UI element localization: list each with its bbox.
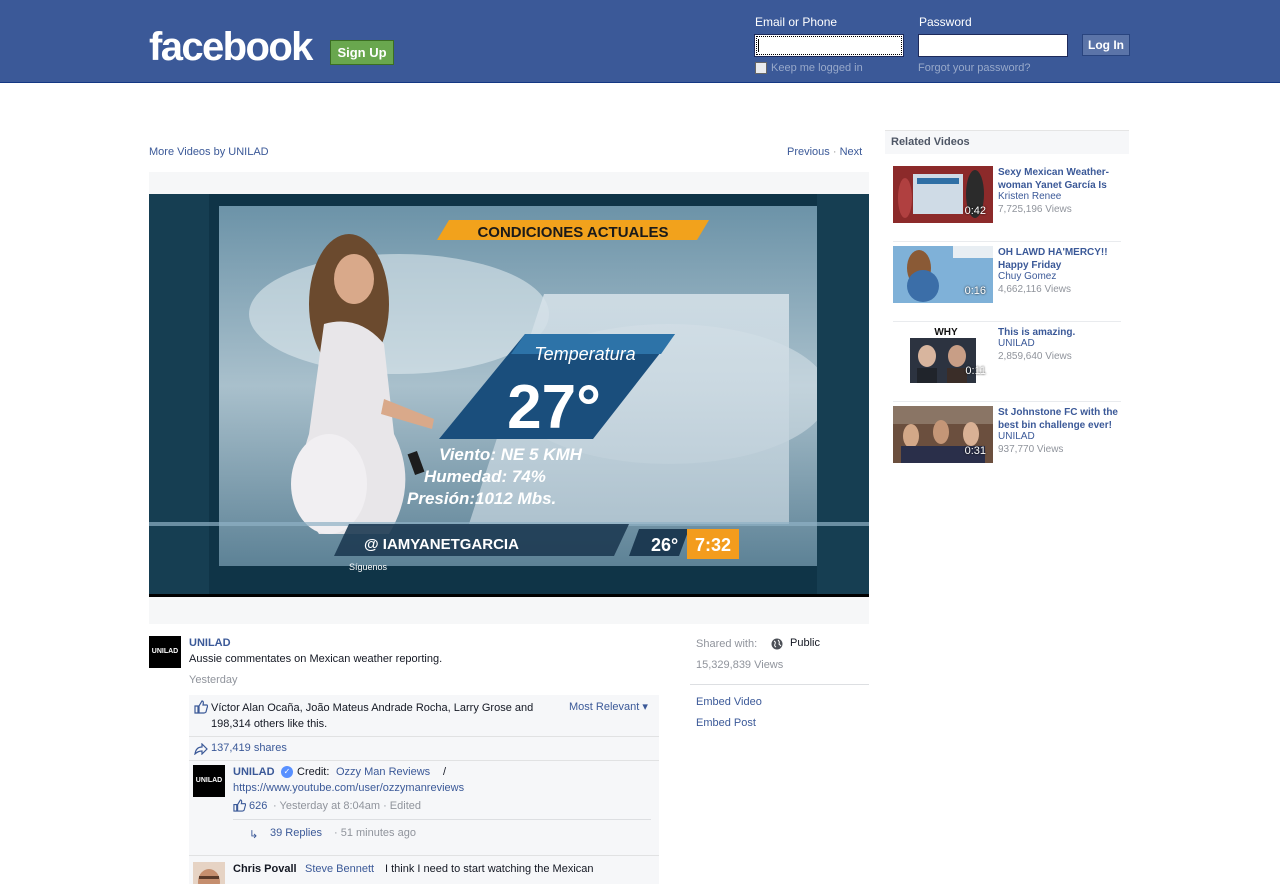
video-duration: 0:11	[965, 365, 986, 377]
shares-row: 137,419 shares	[189, 737, 659, 761]
related-video-thumbnail[interactable]: WHY 0:11	[893, 326, 993, 383]
video-humidity: Humedad: 74%	[424, 467, 546, 486]
related-video-author[interactable]: Kristen Renee	[998, 191, 1061, 202]
related-divider	[893, 321, 1121, 322]
comment-separator	[189, 855, 659, 856]
video-wind: Viento: NE 5 KMH	[439, 445, 583, 464]
related-video-item[interactable]: WHY 0:11 This is amazing. UNILAD 2,859,6…	[893, 326, 1121, 402]
top-bar: facebook Sign Up Email or Phone Password…	[0, 0, 1280, 83]
comment-avatar[interactable]	[193, 862, 225, 884]
video-handle: @ IAMYANETGARCIA	[364, 536, 519, 553]
related-video-thumbnail[interactable]: 0:31	[893, 406, 993, 463]
related-video-thumbnail[interactable]: 0:16	[893, 246, 993, 303]
prev-next-nav: Previous · Next	[787, 146, 862, 158]
next-link[interactable]: Next	[840, 146, 863, 158]
video-frame-image: CONDICIONES ACTUALES Temperatura 27° Vie…	[149, 194, 869, 594]
email-field[interactable]	[754, 34, 904, 57]
reply-arrow-icon: ↳	[249, 829, 259, 841]
facebook-logo[interactable]: facebook	[149, 26, 313, 68]
verified-badge-icon: ✓	[281, 766, 293, 778]
comment-avatar[interactable]: UNILAD	[193, 765, 225, 797]
forgot-password-link[interactable]: Forgot your password?	[918, 62, 1031, 74]
related-video-thumbnail[interactable]: 0:42	[893, 166, 993, 223]
video-duration: 0:16	[964, 285, 986, 297]
comment-divider	[233, 819, 651, 820]
video-follow: Síguenos	[349, 562, 388, 572]
video-pressure: Presión:1012 Mbs.	[407, 489, 556, 508]
video-ticker-time: 7:32	[695, 535, 731, 555]
related-video-views: 7,725,196 Views	[998, 204, 1072, 215]
video-duration: 0:42	[964, 205, 986, 217]
shares-count-link[interactable]: 137,419 shares	[211, 742, 287, 754]
video-temp-value: 27°	[507, 373, 601, 442]
comment-url-link[interactable]: https://www.youtube.com/user/ozzymanrevi…	[233, 782, 464, 794]
replies-timestamp: · 51 minutes ago	[334, 827, 416, 839]
meta-divider	[690, 684, 869, 685]
view-count: 15,329,839 Views	[696, 659, 784, 671]
feedback-panel: Víctor Alan Ocaña, João Mateus Andrade R…	[189, 695, 659, 884]
related-video-item[interactable]: 0:31 St Johnstone FC with the best bin c…	[893, 406, 1121, 474]
related-videos-header: Related Videos	[885, 130, 1129, 154]
more-videos-link[interactable]: More Videos by UNILAD	[149, 146, 269, 158]
post-text: Aussie commentates on Mexican weather re…	[189, 653, 443, 665]
keep-logged-in-checkbox[interactable]	[755, 62, 767, 74]
related-videos-title: Related Videos	[891, 136, 970, 148]
shared-with-label: Shared with:	[696, 638, 758, 650]
profile-photo-icon	[193, 862, 225, 884]
comment-slash: /	[443, 766, 447, 778]
like-icon	[194, 700, 208, 714]
video-ticker-temp: 26°	[651, 535, 678, 555]
related-video-title[interactable]: Sexy Mexican Weather-woman Yanet García …	[998, 166, 1122, 192]
comment-text: I think I need to start watching the Mex…	[385, 863, 594, 875]
email-label: Email or Phone	[755, 15, 838, 29]
page-name-link[interactable]: UNILAD	[189, 637, 231, 649]
nav-separator: ·	[829, 146, 840, 158]
video-duration: 0:31	[964, 445, 986, 457]
related-video-item[interactable]: 0:16 OH LAWD HA'MERCY!! Happy Friday Chu…	[893, 246, 1122, 322]
comment-author[interactable]: Chris Povall	[233, 863, 297, 875]
related-video-title[interactable]: OH LAWD HA'MERCY!! Happy Friday	[998, 246, 1122, 272]
related-video-author[interactable]: UNILAD	[998, 431, 1035, 442]
comment-credit-link[interactable]: Ozzy Man Reviews	[336, 766, 430, 778]
related-video-title[interactable]: St Johnstone FC with the best bin challe…	[998, 406, 1122, 432]
sign-up-button[interactable]: Sign Up	[330, 40, 394, 65]
related-video-author[interactable]: Chuy Gomez	[998, 271, 1056, 282]
globe-icon	[771, 638, 783, 650]
embed-post-link[interactable]: Embed Post	[696, 717, 756, 729]
share-icon	[194, 743, 208, 755]
password-field[interactable]	[918, 34, 1068, 57]
comment-meta: · Yesterday at 8:04am · Edited	[273, 800, 421, 812]
video-temp-label: Temperatura	[534, 344, 635, 364]
thumbnail-text: WHY	[934, 327, 958, 338]
embed-video-link[interactable]: Embed Video	[696, 696, 762, 708]
page-avatar[interactable]: UNILAD	[149, 636, 181, 668]
video-banner-text: CONDICIONES ACTUALES	[477, 224, 668, 241]
keep-logged-in-label[interactable]: Keep me logged in	[771, 62, 863, 74]
related-video-author[interactable]: UNILAD	[998, 338, 1035, 349]
post-timestamp[interactable]: Yesterday	[189, 674, 238, 686]
related-divider	[893, 241, 1121, 242]
log-in-button[interactable]: Log In	[1082, 34, 1130, 56]
view-replies-link[interactable]: 39 Replies	[270, 827, 322, 839]
comment-like-count[interactable]: 626	[249, 800, 267, 812]
comment-credit-prefix: Credit:	[297, 766, 330, 778]
previous-link[interactable]: Previous	[787, 146, 830, 158]
most-relevant-dropdown[interactable]: Most Relevant ▾	[569, 700, 648, 713]
related-video-views: 4,662,116 Views	[998, 284, 1072, 295]
related-video-views: 2,859,640 Views	[998, 351, 1072, 362]
comment-author-link[interactable]: UNILAD	[233, 766, 275, 778]
comment-like-icon	[233, 799, 246, 812]
likes-summary[interactable]: Víctor Alan Ocaña, João Mateus Andrade R…	[211, 700, 561, 732]
password-label: Password	[919, 15, 972, 29]
related-video-views: 937,770 Views	[998, 444, 1064, 455]
comment-mention-link[interactable]: Steve Bennett	[305, 863, 374, 875]
privacy-label: Public	[790, 637, 820, 649]
video-player[interactable]: CONDICIONES ACTUALES Temperatura 27° Vie…	[149, 194, 869, 597]
related-divider	[893, 401, 1121, 402]
likes-row: Víctor Alan Ocaña, João Mateus Andrade R…	[189, 695, 659, 737]
related-video-item[interactable]: 0:42 Sexy Mexican Weather-woman Yanet Ga…	[893, 166, 1122, 242]
